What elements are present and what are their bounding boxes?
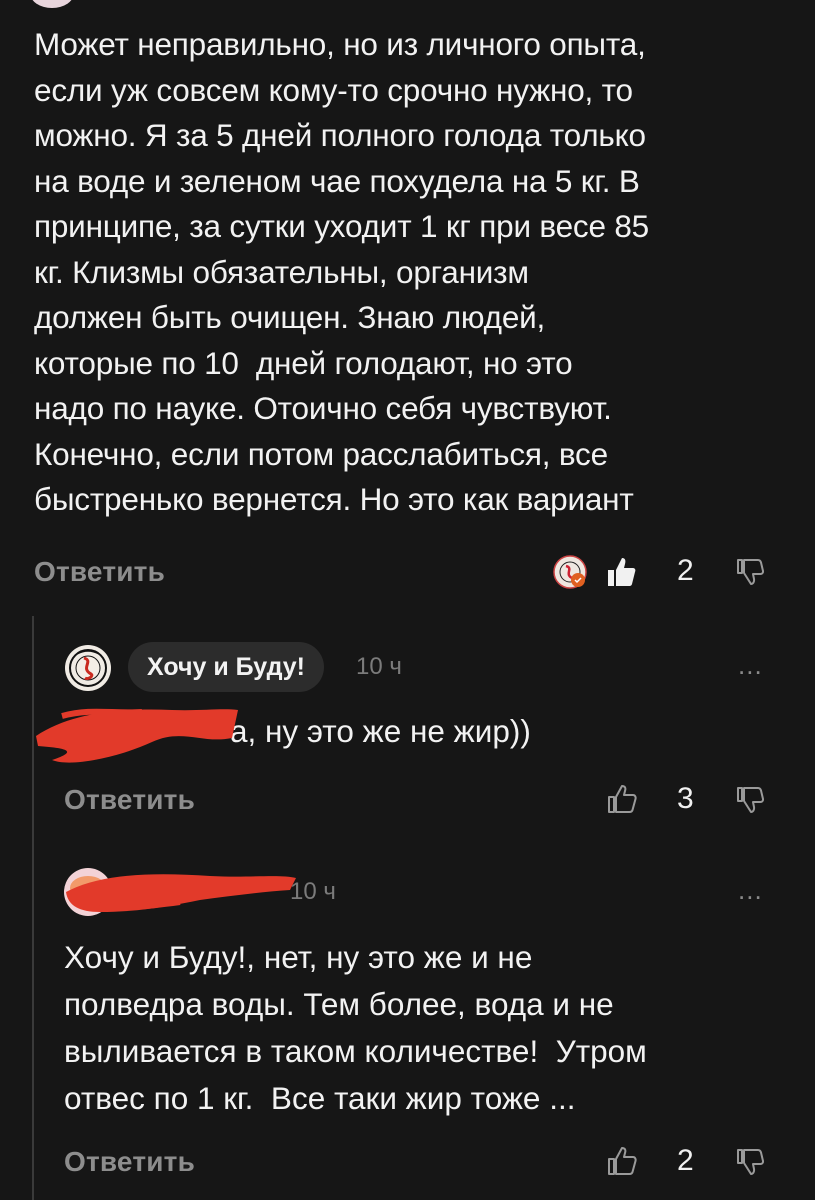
reply-time: 10 ч bbox=[356, 653, 402, 680]
reply-button[interactable]: Ответить bbox=[64, 784, 195, 816]
reply-text: Хочу и Буду!, нет, ну это же и не полвед… bbox=[64, 939, 647, 1116]
reply-button[interactable]: Ответить bbox=[64, 1146, 195, 1178]
thumbs-up-icon[interactable] bbox=[606, 556, 636, 588]
author-name[interactable]: Хочу и Буду! bbox=[128, 642, 324, 692]
previous-avatar bbox=[30, 0, 74, 8]
like-count: 2 bbox=[677, 1144, 694, 1177]
reply-button[interactable]: Ответить bbox=[34, 556, 165, 588]
thumbs-down-icon[interactable] bbox=[736, 558, 764, 586]
thumbs-down-icon[interactable] bbox=[736, 786, 764, 814]
redaction-scribble bbox=[66, 874, 296, 912]
thumbs-up-icon[interactable] bbox=[607, 784, 637, 814]
more-icon[interactable]: ... bbox=[738, 650, 763, 681]
like-count: 3 bbox=[677, 782, 694, 815]
redaction-scribble bbox=[36, 708, 238, 763]
author-avatar-icon[interactable] bbox=[64, 644, 112, 692]
like-count: 2 bbox=[677, 554, 694, 587]
thumbs-up-icon[interactable] bbox=[607, 1146, 637, 1176]
reply-actions: Ответить 2 bbox=[0, 1140, 815, 1190]
reply-actions: Ответить 3 bbox=[0, 778, 815, 828]
thumbs-down-icon[interactable] bbox=[736, 1148, 764, 1176]
more-icon[interactable]: ... bbox=[738, 875, 763, 906]
reply-time: 10 ч bbox=[290, 878, 336, 905]
author-like-avatar-icon bbox=[553, 555, 587, 589]
comment-text: Может неправильно, но из личного опыта, … bbox=[34, 26, 649, 517]
comment-actions: Ответить 2 bbox=[0, 550, 815, 600]
